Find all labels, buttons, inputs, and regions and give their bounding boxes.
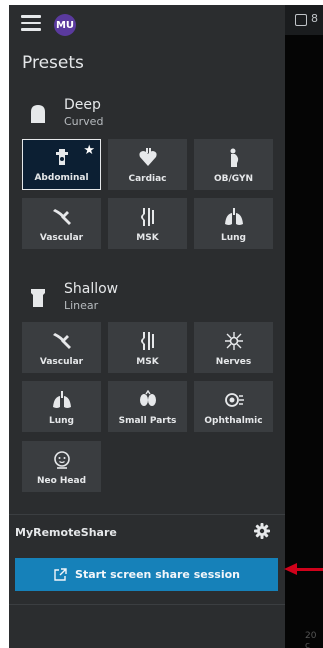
knee-icon (140, 208, 154, 226)
tile-label: Lung (49, 416, 74, 426)
tile-label: MSK (136, 233, 159, 243)
tile-label: Nerves (215, 357, 252, 367)
abdomen-icon (55, 149, 68, 165)
curved-probe-icon (31, 105, 45, 123)
preset-tile-vascular[interactable]: Vascular (22, 322, 101, 373)
divider (9, 514, 285, 515)
menu-icon[interactable] (21, 15, 41, 31)
imaging-toolbar: 8 (285, 5, 323, 35)
probe-status-icon[interactable] (295, 14, 307, 26)
baby-head-icon (53, 451, 70, 469)
external-share-icon (54, 567, 67, 581)
toolbar-text: 8 (311, 12, 318, 25)
tile-label: Small Parts (118, 416, 177, 426)
knee-icon (140, 332, 154, 350)
preset-tile-small-parts[interactable]: Small Parts (108, 381, 187, 432)
avatar[interactable]: MU (54, 14, 76, 36)
preset-tile-cardiac[interactable]: Cardiac (108, 139, 187, 190)
preset-tile-lung[interactable]: Lung (194, 198, 273, 249)
preset-tile-neo-head[interactable]: Neo Head (22, 441, 101, 492)
imaging-pane: 8 20 c (285, 5, 323, 648)
tile-label: Vascular (39, 357, 84, 367)
remote-share-title: MyRemoteShare (15, 526, 117, 539)
tile-label: Vascular (39, 233, 84, 243)
tile-label: Ophthalmic (204, 416, 263, 426)
start-screen-share-button[interactable]: Start screen share session (15, 558, 278, 591)
eye-icon (224, 393, 244, 407)
depth-readout: 20 c (305, 631, 317, 648)
presets-panel: MU Presets Deep Curved ★ Abdominal Cardi… (9, 5, 285, 648)
nerve-icon (224, 332, 243, 350)
annotation-arrow-icon (284, 563, 297, 575)
tile-label: Lung (221, 233, 246, 243)
probe-name: Shallow (64, 281, 119, 297)
divider (9, 604, 285, 605)
lungs-icon (52, 391, 71, 408)
preset-tile-obgyn[interactable]: OB/GYN (194, 139, 273, 190)
heart-icon (138, 148, 157, 166)
favorite-star-icon: ★ (83, 143, 95, 158)
small-parts-icon (139, 390, 156, 406)
tile-label: Abdominal (34, 173, 89, 183)
probe-name: Deep (64, 97, 101, 113)
preset-tile-msk[interactable]: MSK (108, 322, 187, 373)
presets-title: Presets (22, 53, 84, 73)
probe-shallow: Shallow Linear (22, 281, 222, 315)
probe-deep: Deep Curved (22, 97, 222, 131)
tile-label: Cardiac (128, 174, 167, 184)
gear-icon[interactable] (254, 523, 270, 539)
vessel-icon (52, 333, 71, 349)
probe-type: Curved (64, 115, 104, 128)
vessel-icon (52, 209, 71, 225)
linear-probe-icon (31, 289, 45, 307)
preset-tile-ophthalmic[interactable]: Ophthalmic (194, 381, 273, 432)
pregnancy-icon (230, 148, 238, 167)
preset-tile-vascular[interactable]: Vascular (22, 198, 101, 249)
preset-tile-nerves[interactable]: Nerves (194, 322, 273, 373)
lungs-icon (224, 208, 243, 225)
tile-label: Neo Head (36, 476, 87, 486)
tile-label: OB/GYN (213, 174, 254, 184)
preset-tile-msk[interactable]: MSK (108, 198, 187, 249)
preset-tile-abdominal[interactable]: ★ Abdominal (22, 139, 101, 190)
share-button-label: Start screen share session (75, 568, 240, 581)
preset-tile-lung[interactable]: Lung (22, 381, 101, 432)
tile-label: MSK (136, 357, 159, 367)
probe-type: Linear (64, 299, 99, 312)
annotation-arrow-shaft (296, 568, 323, 571)
